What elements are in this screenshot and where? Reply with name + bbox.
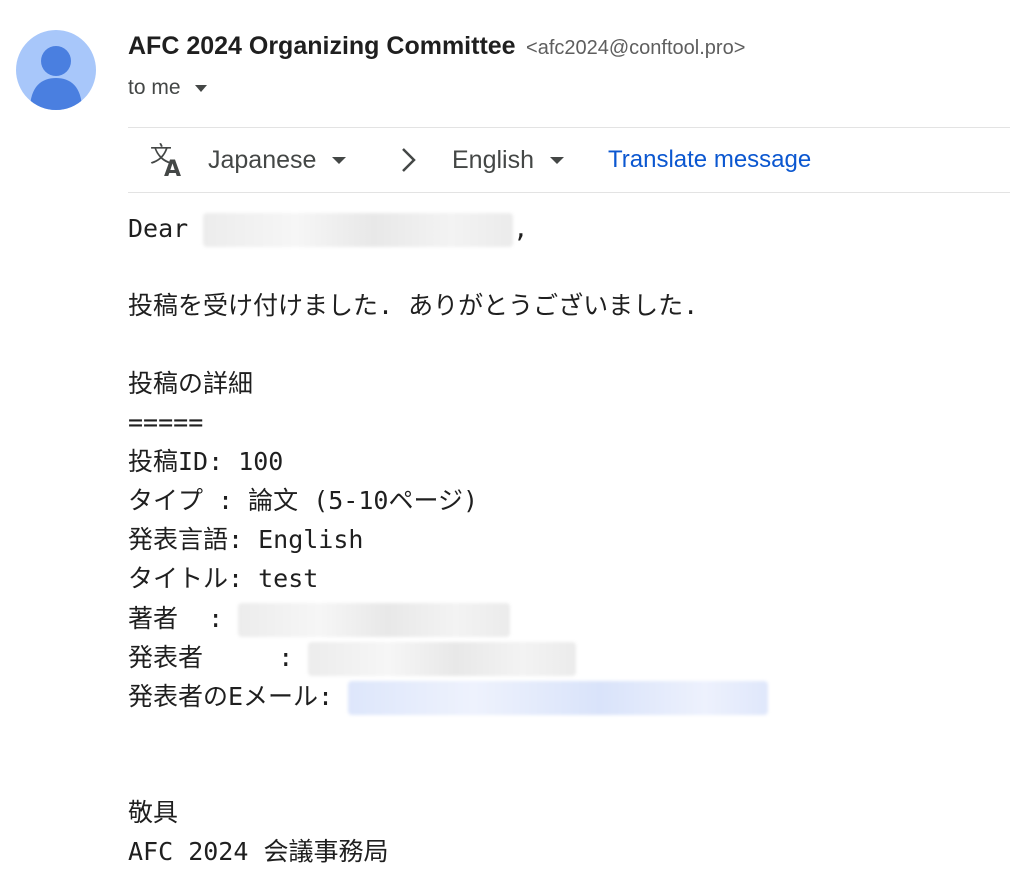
greeting-line: Dear , [128,213,528,247]
sender-email: <afc2024@conftool.pro> [526,37,746,59]
chevron-right-icon [398,128,420,192]
recipient-toggle[interactable]: to me [128,76,207,100]
person-icon [30,46,82,110]
author-line: 著者 : [128,603,511,637]
chevron-down-icon [550,156,564,164]
sender-avatar[interactable] [16,30,96,110]
chevron-down-icon [332,156,347,164]
target-language-label: English [452,145,534,174]
redacted-recipient-name [203,213,514,247]
target-language-dropdown[interactable]: English [452,128,564,192]
translate-message-link[interactable]: Translate message [608,128,811,192]
presenter-label: 発表者 : [128,643,294,672]
closing-line: 敬具 [128,798,179,827]
redacted-author-name [238,603,511,637]
source-language-dropdown[interactable]: Japanese [208,128,347,192]
thanks-line: 投稿を受け付けました. ありがとうございました. [128,291,699,320]
sender-header: AFC 2024 Organizing Committee <afc2024@c… [128,32,745,61]
submission-id-line: 投稿ID: 100 [128,447,284,476]
sender-name[interactable]: AFC 2024 Organizing Committee [128,32,516,60]
recipient-label: to me [128,76,181,99]
type-line: タイプ : 論文 (5-10ページ) [128,486,479,515]
title-line: タイトル: test [128,564,319,593]
greeting-text: Dear [128,214,189,243]
greeting-comma: , [513,214,529,243]
language-line: 発表言語: English [128,525,364,554]
signature-line: AFC 2024 会議事務局 [128,837,389,866]
author-label: 著者 : [128,604,224,633]
presenter-line: 発表者 : [128,642,577,676]
translate-icon: 文 A [148,128,188,192]
chevron-down-icon[interactable] [194,84,207,92]
redacted-presenter-email-link[interactable] [348,681,769,715]
separator-line: ===== [128,408,204,437]
details-heading: 投稿の詳細 [128,369,254,398]
presenter-email-label: 発表者のEメール: [128,682,334,711]
svg-text:A: A [164,157,181,180]
presenter-email-line: 発表者のEメール: [128,681,769,715]
translate-bar: 文 A Japanese English Translate message [128,127,1010,193]
source-language-label: Japanese [208,145,317,174]
redacted-presenter-name [308,642,577,676]
